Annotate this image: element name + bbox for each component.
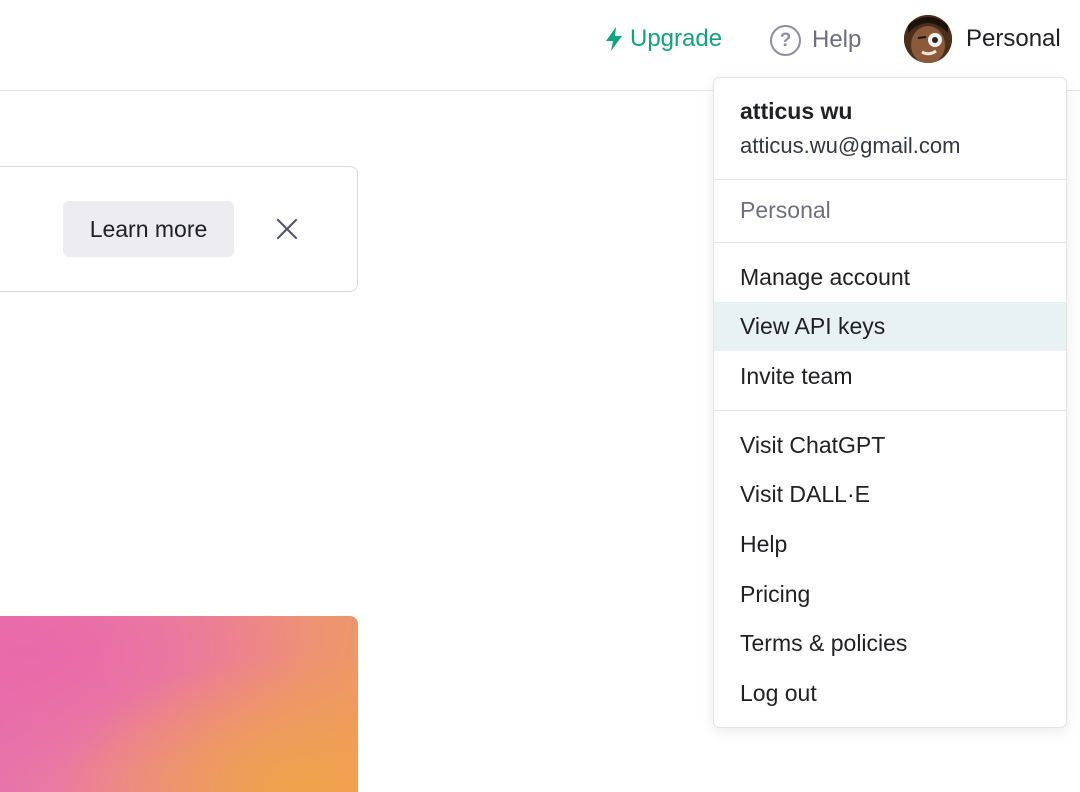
help-link[interactable]: ? Help: [770, 22, 861, 58]
gradient-banner: [0, 616, 358, 792]
account-dropdown-menu: atticus wu atticus.wu@gmail.com Personal…: [713, 77, 1067, 728]
help-label: Help: [812, 26, 862, 53]
account-label: Personal: [966, 25, 1061, 52]
menu-item-terms-policies[interactable]: Terms & policies: [714, 619, 1066, 668]
close-x-icon: [276, 218, 298, 240]
learn-more-button[interactable]: Learn more: [63, 201, 234, 257]
upgrade-label: Upgrade: [630, 25, 723, 52]
user-email: atticus.wu@gmail.com: [740, 133, 961, 158]
lightning-bolt-icon: [606, 27, 622, 51]
upgrade-link[interactable]: Upgrade: [604, 22, 722, 56]
menu-item-view-api-keys[interactable]: View API keys: [714, 302, 1066, 351]
menu-item-invite-team[interactable]: Invite team: [714, 352, 1066, 401]
page: Upgrade ? Help Personal Learn more attic…: [0, 0, 1080, 792]
question-circle-icon: ?: [770, 24, 801, 56]
menu-item-help[interactable]: Help: [714, 520, 1066, 569]
notice-card: Learn more: [0, 166, 358, 292]
menu-divider: [714, 242, 1066, 243]
menu-item-log-out[interactable]: Log out: [714, 669, 1066, 718]
menu-item-visit-chatgpt[interactable]: Visit ChatGPT: [714, 421, 1066, 470]
menu-item-manage-account[interactable]: Manage account: [714, 253, 1066, 302]
close-button[interactable]: [273, 215, 301, 243]
menu-user-header: atticus wu atticus.wu@gmail.com: [714, 78, 1066, 180]
menu-divider: [714, 410, 1066, 411]
menu-divider: [714, 179, 1066, 180]
user-avatar: [904, 15, 952, 63]
account-menu-button[interactable]: Personal: [904, 14, 1061, 64]
menu-item-pricing[interactable]: Pricing: [714, 570, 1066, 619]
menu-item-org-personal[interactable]: Personal: [714, 186, 1066, 235]
menu-item-visit-dalle[interactable]: Visit DALL·E: [714, 470, 1066, 519]
user-name: atticus wu: [740, 98, 853, 124]
